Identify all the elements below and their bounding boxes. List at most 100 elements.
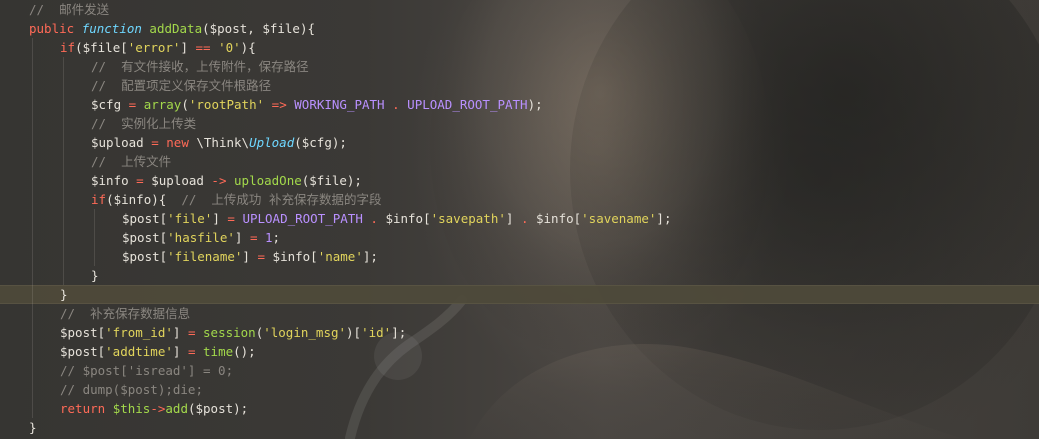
- code-line[interactable]: return $this->add($post);: [0, 399, 1039, 418]
- code-line[interactable]: $info = $upload -> uploadOne($file);: [0, 171, 1039, 190]
- indent-guide: [63, 247, 64, 266]
- code-line[interactable]: $post['addtime'] = time();: [0, 342, 1039, 361]
- indent-guide: [32, 285, 33, 304]
- code-line[interactable]: }: [0, 285, 1039, 304]
- code-token: 'savepath': [430, 211, 506, 226]
- code-line[interactable]: $post['filename'] = $info['name'];: [0, 247, 1039, 266]
- indent-guide: [63, 266, 64, 285]
- indent-guide: [32, 114, 33, 133]
- indent-guide: [32, 209, 33, 228]
- code-line[interactable]: }: [0, 418, 1039, 437]
- indent-guide: [32, 399, 33, 418]
- code-token: // dump($post);die;: [60, 382, 203, 397]
- code-content: // 邮件发送 public function addData($post, $f…: [0, 0, 1039, 437]
- indent-guide: [63, 57, 64, 76]
- code-line[interactable]: public function addData($post, $file){: [0, 19, 1039, 38]
- indent-guide: [32, 38, 33, 57]
- indent-guide: [63, 76, 64, 95]
- code-token: uploadOne: [234, 173, 302, 188]
- code-token: $info[: [528, 211, 582, 226]
- code-token: ];: [362, 249, 378, 264]
- indent-guide: [63, 228, 64, 247]
- indent-guide: [63, 95, 64, 114]
- indent-guide: [63, 114, 64, 133]
- code-token: ]: [234, 230, 250, 245]
- code-token: session: [203, 325, 256, 340]
- code-token: UPLOAD_ROOT_PATH: [407, 97, 528, 112]
- code-token: \Think\: [188, 135, 250, 150]
- code-token: if: [60, 40, 76, 55]
- code-token: ]: [212, 211, 228, 226]
- indent-guide: [94, 247, 95, 266]
- code-token: public: [29, 21, 82, 36]
- code-token: 'id': [361, 325, 392, 340]
- code-token: .: [392, 97, 400, 112]
- code-line[interactable]: $post['from_id'] = session('login_msg')[…: [0, 323, 1039, 342]
- indent-guide: [94, 209, 95, 228]
- indent-guide: [32, 304, 33, 323]
- code-token: }: [29, 420, 37, 435]
- code-line[interactable]: // 补充保存数据信息: [0, 304, 1039, 323]
- code-token: addData: [149, 21, 203, 36]
- indent-guide: [32, 323, 33, 342]
- code-token: $post[: [60, 325, 106, 340]
- code-line[interactable]: // 配置项定义保存文件根路径: [0, 76, 1039, 95]
- code-token: .: [370, 211, 378, 226]
- indent-guide: [32, 95, 33, 114]
- code-token: 'name': [317, 249, 363, 264]
- indent-guide: [32, 228, 33, 247]
- code-token: ($file);: [301, 173, 362, 188]
- code-token: 'addtime': [105, 344, 173, 359]
- code-token: $post[: [122, 230, 168, 245]
- code-token: ;: [272, 230, 281, 245]
- indent-guide: [63, 152, 64, 171]
- code-token: add: [165, 401, 188, 416]
- code-token: new: [166, 135, 189, 150]
- code-token: // 上传文件: [91, 154, 172, 169]
- code-line[interactable]: $post['file'] = UPLOAD_ROOT_PATH . $info…: [0, 209, 1039, 228]
- code-line[interactable]: // 上传文件: [0, 152, 1039, 171]
- code-token: // 有文件接收，上传附件，保存路径: [91, 59, 309, 74]
- code-token: // 补充保存数据信息: [60, 306, 191, 321]
- code-token: 'from_id': [105, 325, 173, 340]
- code-line[interactable]: // 邮件发送: [0, 0, 1039, 19]
- code-line[interactable]: if($info){ // 上传成功 补充保存数据的字段: [0, 190, 1039, 209]
- code-line[interactable]: }: [0, 266, 1039, 285]
- code-token: $post[: [122, 249, 168, 264]
- code-line[interactable]: if($file['error'] == '0'){: [0, 38, 1039, 57]
- code-token: // 配置项定义保存文件根路径: [91, 78, 272, 93]
- code-token: ->: [150, 401, 166, 416]
- code-line[interactable]: $upload = new \Think\Upload($cfg);: [0, 133, 1039, 152]
- code-editor[interactable]: // 邮件发送 public function addData($post, $f…: [0, 0, 1039, 439]
- code-token: // $post['isread'] = 0;: [60, 363, 234, 378]
- indent-guide: [63, 171, 64, 190]
- code-line[interactable]: // 有文件接收，上传附件，保存路径: [0, 57, 1039, 76]
- indent-guide: [63, 190, 64, 209]
- code-token: $info[: [377, 211, 431, 226]
- code-line[interactable]: $cfg = array('rootPath' => WORKING_PATH …: [0, 95, 1039, 114]
- code-token: array: [143, 97, 182, 112]
- code-token: // 上传成功 补充保存数据的字段: [181, 192, 382, 207]
- code-line[interactable]: // $post['isread'] = 0;: [0, 361, 1039, 380]
- indent-guide: [63, 209, 64, 228]
- code-token: $upload: [143, 173, 212, 188]
- code-token: 'rootPath': [188, 97, 265, 112]
- code-line[interactable]: $post['hasfile'] = 1;: [0, 228, 1039, 247]
- indent-guide: [32, 171, 33, 190]
- code-token: 'filename': [167, 249, 243, 264]
- code-token: return: [60, 401, 106, 416]
- code-line[interactable]: // 实例化上传类: [0, 114, 1039, 133]
- code-token: $post[: [122, 211, 168, 226]
- code-token: $cfg: [91, 97, 129, 112]
- indent-guide: [32, 361, 33, 380]
- code-line[interactable]: // dump($post);die;: [0, 380, 1039, 399]
- code-token: =: [151, 135, 159, 150]
- indent-guide: [32, 76, 33, 95]
- code-token: time: [203, 344, 234, 359]
- code-token: function: [81, 21, 150, 36]
